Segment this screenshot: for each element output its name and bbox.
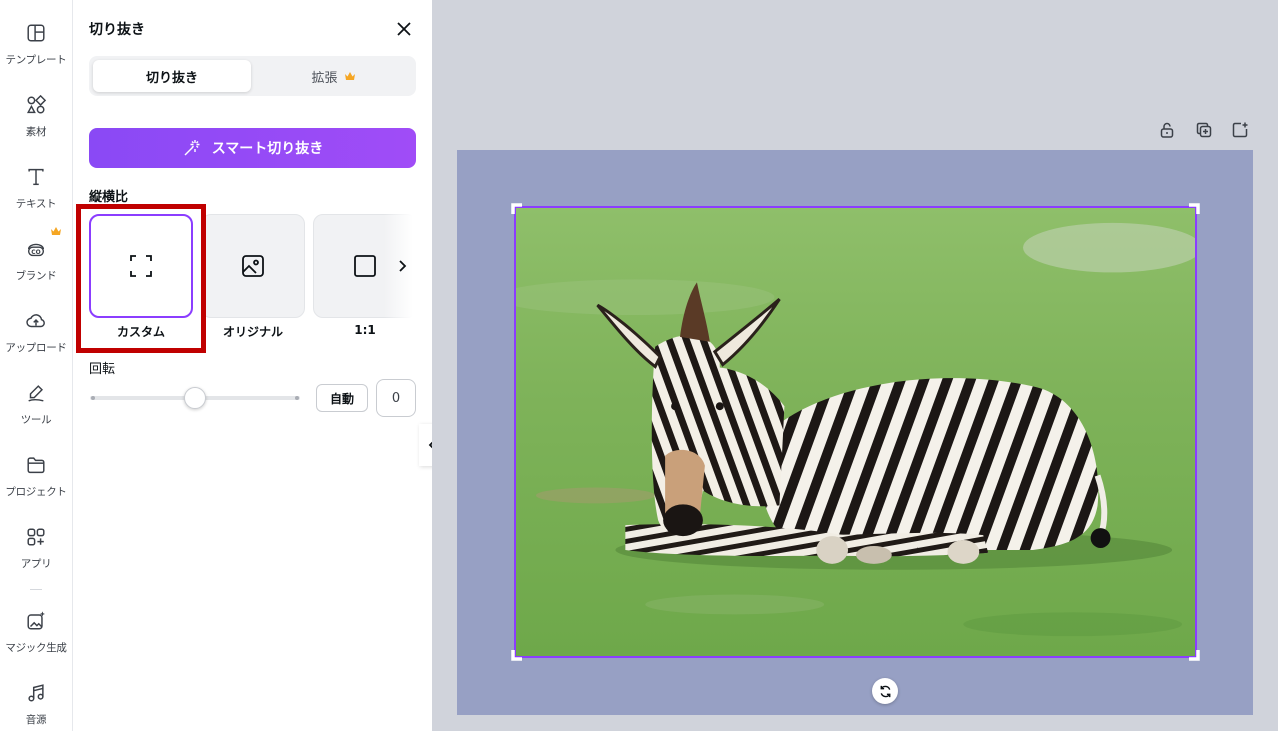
custom-crop-icon bbox=[130, 255, 152, 277]
rail-label: 音源 bbox=[25, 714, 47, 726]
left-rail: テンプレート 素材 テキスト CO ブランド アップロード ツール プロジェクト… bbox=[0, 0, 73, 731]
ratio-label-original: オリジナル bbox=[222, 325, 283, 339]
tab-label: 拡張 bbox=[311, 70, 338, 86]
rotation-slider-thumb[interactable] bbox=[184, 387, 206, 409]
panel-title: 切り抜き bbox=[89, 22, 145, 38]
folder-icon bbox=[27, 457, 45, 474]
draw-tool-icon bbox=[28, 385, 44, 402]
rail-item-tools[interactable]: ツール bbox=[0, 360, 72, 432]
brand-icon: CO bbox=[27, 243, 45, 257]
ratio-label-square: 1:1 bbox=[354, 323, 376, 337]
aspect-ratio-label: 縦横比 bbox=[89, 190, 129, 205]
rail-item-templates[interactable]: テンプレート bbox=[0, 0, 72, 72]
duplicate-icon bbox=[1196, 122, 1212, 138]
chevron-right-icon[interactable] bbox=[391, 255, 413, 277]
crown-icon bbox=[344, 72, 355, 80]
lock-button[interactable] bbox=[1158, 121, 1178, 141]
slider-max-dot bbox=[295, 396, 299, 400]
smart-crop-button[interactable]: スマート切り抜き bbox=[89, 128, 416, 168]
unlock-icon bbox=[1160, 122, 1174, 138]
tab-crop[interactable]: 切り抜き bbox=[93, 60, 251, 92]
zebra-image bbox=[516, 208, 1195, 656]
crop-handle-top-right[interactable] bbox=[1188, 203, 1200, 215]
rail-item-apps[interactable]: アプリ bbox=[0, 504, 72, 576]
tab-label: 切り抜き bbox=[145, 70, 198, 86]
svg-text:CO: CO bbox=[31, 249, 40, 256]
square-icon bbox=[354, 255, 376, 277]
rail-item-audio[interactable]: 音源 bbox=[0, 660, 72, 731]
duplicate-page-button[interactable] bbox=[1195, 121, 1215, 141]
crop-handle-bottom-left[interactable] bbox=[511, 649, 523, 661]
crop-panel: 切り抜き 切り抜き 拡張 スマート切り抜き 縦横比 カスタム オリジナル 1:1… bbox=[73, 0, 432, 731]
slider-min-dot bbox=[91, 396, 95, 400]
close-icon[interactable] bbox=[393, 18, 415, 40]
rotation-value-input[interactable] bbox=[376, 379, 416, 417]
crown-icon bbox=[51, 227, 61, 235]
magic-media-icon bbox=[27, 611, 45, 630]
music-icon bbox=[28, 684, 44, 702]
rail-item-elements[interactable]: 素材 bbox=[0, 72, 72, 144]
crop-handle-bottom-right[interactable] bbox=[1188, 649, 1200, 661]
rotate-icon bbox=[880, 685, 890, 697]
smart-crop-label: スマート切り抜き bbox=[211, 141, 324, 157]
rail-label: 素材 bbox=[25, 126, 47, 138]
elements-icon bbox=[26, 94, 47, 114]
ratio-option-custom[interactable] bbox=[89, 214, 193, 318]
upload-icon bbox=[26, 314, 45, 328]
template-icon bbox=[27, 24, 45, 42]
rail-item-text[interactable]: テキスト bbox=[0, 144, 72, 216]
apps-icon bbox=[27, 528, 45, 546]
rail-label: テキスト bbox=[15, 198, 57, 210]
rotate-handle[interactable] bbox=[872, 678, 898, 704]
rail-label: マジック生成 bbox=[5, 642, 67, 654]
rail-item-upload[interactable]: アップロード bbox=[0, 288, 72, 360]
rail-label: プロジェクト bbox=[5, 486, 67, 498]
rail-item-projects[interactable]: プロジェクト bbox=[0, 432, 72, 504]
rail-label: テンプレート bbox=[5, 54, 67, 66]
rotation-label: 回転 bbox=[89, 362, 116, 377]
rail-label: ブランド bbox=[15, 270, 57, 282]
magic-wand-icon bbox=[184, 140, 200, 156]
rail-label: アップロード bbox=[5, 342, 67, 354]
zebra-photo[interactable] bbox=[514, 206, 1197, 658]
crop-mode-switch: 切り抜き 拡張 bbox=[89, 56, 416, 96]
text-icon bbox=[28, 168, 44, 186]
rail-item-magic-media[interactable]: マジック生成 bbox=[0, 588, 72, 660]
rail-label: アプリ bbox=[20, 558, 52, 570]
add-page-button[interactable] bbox=[1231, 121, 1251, 141]
ratio-label-custom: カスタム bbox=[116, 325, 165, 339]
crop-handle-top-left[interactable] bbox=[511, 203, 523, 215]
tab-expand[interactable]: 拡張 bbox=[255, 60, 412, 92]
editor-canvas bbox=[432, 0, 1278, 731]
add-page-icon bbox=[1232, 122, 1248, 138]
auto-rotate-label: 自動 bbox=[329, 391, 354, 406]
rail-label: ツール bbox=[20, 414, 52, 426]
auto-rotate-button[interactable]: 自動 bbox=[316, 384, 368, 412]
image-icon bbox=[242, 255, 264, 277]
design-page[interactable] bbox=[457, 150, 1253, 715]
ratio-option-original[interactable] bbox=[201, 214, 305, 318]
